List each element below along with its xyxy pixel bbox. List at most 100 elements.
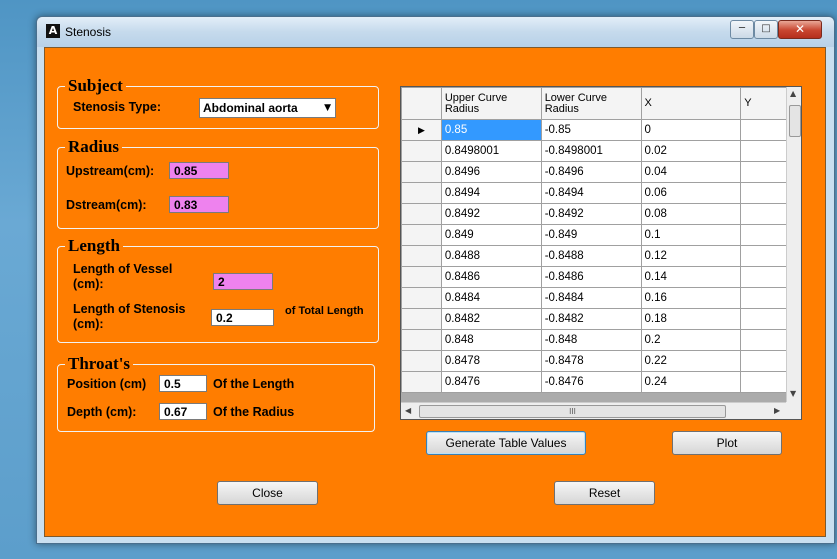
horizontal-scroll-thumb[interactable]: III [419, 405, 726, 418]
table-cell[interactable]: 0.18 [640, 308, 742, 330]
table-cell[interactable]: 0.848 [440, 329, 542, 351]
table-cell[interactable]: -0.8494 [540, 182, 642, 204]
table-row[interactable]: 0.848 -0.848 0.2 [401, 329, 801, 351]
table-row[interactable]: 0.8476 -0.8476 0.24 [401, 371, 801, 393]
throat-position-input[interactable]: 0.5 [159, 375, 207, 392]
table-row[interactable]: 0.8498001 -0.8498001 0.02 [401, 140, 801, 162]
horizontal-scrollbar[interactable]: ◀ III ▶ [401, 402, 786, 419]
generate-table-values-button[interactable]: Generate Table Values [426, 431, 586, 455]
table-cell[interactable]: -0.8484 [540, 287, 642, 309]
table-cell[interactable]: 0.8482 [440, 308, 542, 330]
table-cell[interactable]: -0.849 [540, 224, 642, 246]
table-cell[interactable]: 0.8496 [440, 161, 542, 183]
table-row[interactable]: 0.8492 -0.8492 0.08 [401, 203, 801, 225]
lower-radius-header-line2: Radius [544, 102, 579, 115]
stenosis-type-select[interactable]: Abdominal aorta ▼ [199, 98, 336, 118]
table-cell[interactable]: 0.8478 [440, 350, 542, 372]
table-cell[interactable]: 0.8494 [440, 182, 542, 204]
table-cell[interactable]: -0.8482 [540, 308, 642, 330]
dstream-input[interactable]: 0.83 [169, 196, 229, 213]
table-cell[interactable]: 0.04 [640, 161, 742, 183]
table-cell[interactable]: 0.8492 [440, 203, 542, 225]
scroll-up-icon[interactable]: ▲ [790, 89, 796, 98]
table-cell[interactable]: 0.8488 [440, 245, 542, 267]
column-header-lower-radius[interactable]: Lower Curve Radius [540, 87, 642, 120]
table-cell[interactable]: 0.8476 [440, 371, 542, 393]
table-cell[interactable]: -0.85 [540, 119, 642, 141]
table-row[interactable]: 0.8484 -0.8484 0.16 [401, 287, 801, 309]
upper-radius-header-line2: Radius [444, 102, 480, 115]
reset-button[interactable]: Reset [554, 481, 655, 505]
table-cell[interactable]: 0.16 [640, 287, 742, 309]
minimize-button[interactable]: ─ [730, 20, 754, 39]
row-header[interactable] [401, 287, 442, 309]
scroll-down-icon[interactable]: ▼ [790, 389, 796, 398]
table-cell[interactable]: 0.22 [640, 350, 742, 372]
table-cell[interactable]: 0.08 [640, 203, 742, 225]
stenosis-length-input[interactable]: 0.2 [211, 309, 274, 326]
table-cell[interactable]: 0.24 [640, 371, 742, 393]
maximize-button[interactable]: □ [754, 20, 778, 39]
table-cell[interactable]: 0.06 [640, 182, 742, 204]
vessel-length-input[interactable]: 2 [213, 273, 273, 290]
row-header[interactable] [401, 371, 442, 393]
table-cell[interactable]: 0.849 [440, 224, 542, 246]
table-row[interactable]: 0.8482 -0.8482 0.18 [401, 308, 801, 330]
row-header[interactable]: ▶ [401, 119, 442, 141]
row-header[interactable] [401, 224, 442, 246]
table-cell[interactable]: -0.8476 [540, 371, 642, 393]
table-cell[interactable]: -0.8498001 [540, 140, 642, 162]
column-header-upper-radius[interactable]: Upper Curve Radius [440, 87, 542, 120]
values-table: Upper Curve Radius Lower Curve Radius X … [401, 87, 801, 393]
row-header[interactable] [401, 245, 442, 267]
close-window-button[interactable]: ✕ [778, 20, 822, 39]
table-cell[interactable]: 0.2 [640, 329, 742, 351]
scroll-left-icon[interactable]: ◀ [405, 406, 411, 415]
row-header[interactable] [401, 140, 442, 162]
scroll-right-icon[interactable]: ▶ [774, 406, 780, 415]
throat-depth-input[interactable]: 0.67 [159, 403, 207, 420]
title-bar[interactable]: A Stenosis ─ □ ✕ [37, 17, 834, 47]
table-cell[interactable]: 0.85 [440, 119, 542, 141]
table-cell[interactable]: 0.02 [640, 140, 742, 162]
row-header[interactable] [401, 329, 442, 351]
current-row-icon: ▶ [417, 124, 425, 135]
table-cell[interactable]: 0.8484 [440, 287, 542, 309]
values-data-grid[interactable]: Upper Curve Radius Lower Curve Radius X … [400, 86, 802, 420]
table-row[interactable]: 0.8488 -0.8488 0.12 [401, 245, 801, 267]
table-row[interactable]: 0.8494 -0.8494 0.06 [401, 182, 801, 204]
vertical-scrollbar[interactable]: ▲ ▼ [786, 87, 801, 402]
table-cell[interactable]: -0.8486 [540, 266, 642, 288]
table-cell[interactable]: -0.848 [540, 329, 642, 351]
table-row[interactable]: ▶ 0.85 -0.85 0 [401, 119, 801, 141]
upstream-input[interactable]: 0.85 [169, 162, 229, 179]
table-row[interactable]: 0.849 -0.849 0.1 [401, 224, 801, 246]
table-cell[interactable]: 0.8486 [440, 266, 542, 288]
table-cell[interactable]: -0.8496 [540, 161, 642, 183]
row-header[interactable] [401, 182, 442, 204]
table-cell[interactable]: 0.8498001 [440, 140, 542, 162]
table-row[interactable]: 0.8496 -0.8496 0.04 [401, 161, 801, 183]
row-header[interactable] [401, 350, 442, 372]
table-cell[interactable]: -0.8492 [540, 203, 642, 225]
table-cell[interactable]: 0 [640, 119, 742, 141]
plot-button[interactable]: Plot [672, 431, 782, 455]
table-cell[interactable]: -0.8488 [540, 245, 642, 267]
length-group-title: Length [65, 237, 123, 255]
table-cell[interactable]: 0.14 [640, 266, 742, 288]
close-button[interactable]: Close [217, 481, 318, 505]
stenosis-type-label: Stenosis Type: [73, 100, 161, 114]
vertical-scroll-thumb[interactable] [789, 105, 801, 137]
table-row[interactable]: 0.8486 -0.8486 0.14 [401, 266, 801, 288]
table-cell[interactable]: 0.12 [640, 245, 742, 267]
row-header[interactable] [401, 161, 442, 183]
row-header[interactable] [401, 203, 442, 225]
table-row[interactable]: 0.8478 -0.8478 0.22 [401, 350, 801, 372]
row-header[interactable] [401, 308, 442, 330]
column-header-x[interactable]: X [640, 87, 742, 120]
row-header[interactable] [401, 266, 442, 288]
vessel-length-label-line2: (cm): [73, 277, 104, 291]
dstream-label: Dstream(cm): [66, 198, 147, 212]
table-cell[interactable]: -0.8478 [540, 350, 642, 372]
table-cell[interactable]: 0.1 [640, 224, 742, 246]
